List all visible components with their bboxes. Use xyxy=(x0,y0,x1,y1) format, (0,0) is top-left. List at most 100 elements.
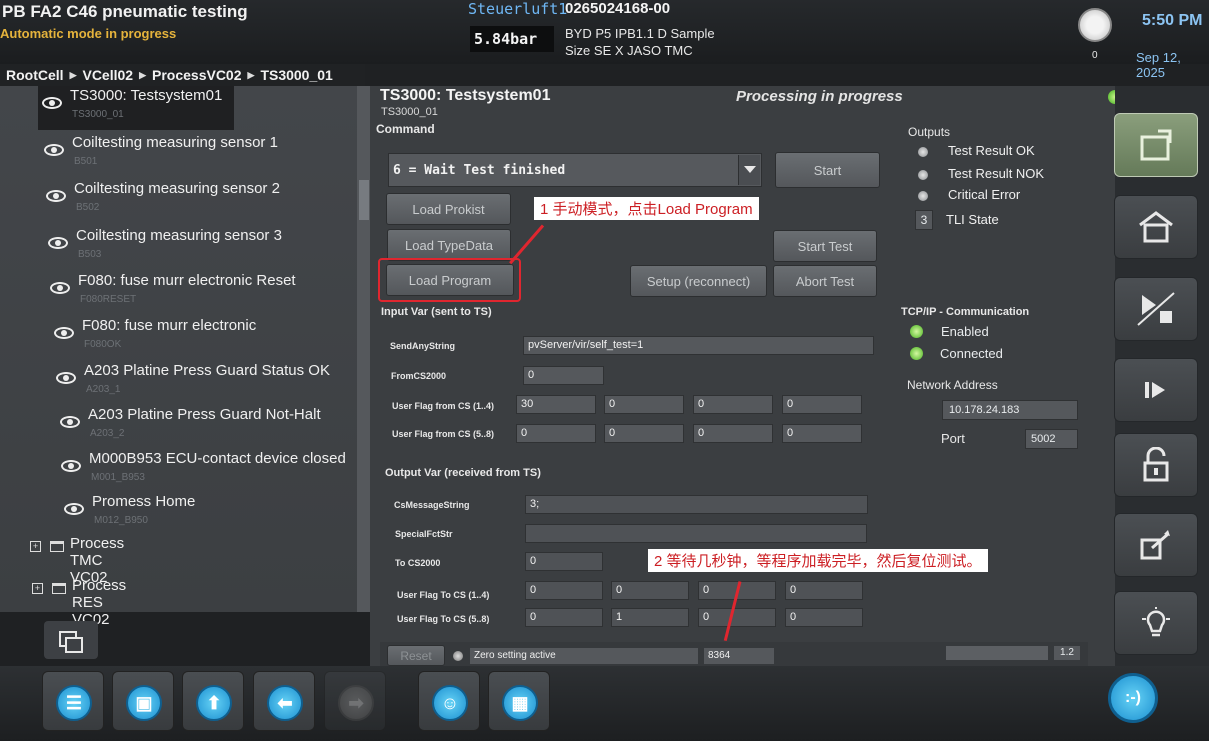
status-smiley-icon[interactable]: :-) xyxy=(1108,673,1158,723)
eye-icon[interactable] xyxy=(44,144,64,156)
user-flag-to-field: 0 xyxy=(785,581,863,600)
output-label: Test Result OK xyxy=(948,143,1035,158)
output-var-label: Output Var (received from TS) xyxy=(385,467,541,479)
annotation-callout-1: 1 手动模式，点击Load Program xyxy=(534,197,759,220)
start-button[interactable]: Start xyxy=(775,152,880,188)
breadcrumb-item[interactable]: RootCell xyxy=(6,67,64,83)
arrow-up-icon: ⬆ xyxy=(196,685,232,721)
tree-item-id: A203_1 xyxy=(86,384,121,395)
expand-icon[interactable]: + xyxy=(30,541,41,552)
reset-button[interactable]: Reset xyxy=(387,645,445,666)
tli-state-value: 3 xyxy=(915,210,933,230)
eye-icon[interactable] xyxy=(46,190,66,202)
user-flag-field[interactable]: 0 xyxy=(693,395,773,414)
eye-icon[interactable] xyxy=(42,97,62,109)
breadcrumb: RootCell ▶ VCell02 ▶ ProcessVC02 ▶ TS300… xyxy=(0,64,365,86)
send-any-string-field[interactable]: pvServer/vir/self_test=1 xyxy=(523,336,874,355)
chevron-down-icon[interactable] xyxy=(738,155,760,185)
windows-icon[interactable] xyxy=(44,621,98,659)
user-flag-field[interactable]: 0 xyxy=(782,395,862,414)
list-button[interactable]: ☰ xyxy=(42,671,104,731)
light-button[interactable] xyxy=(1114,591,1198,655)
user-flag-to-field: 0 xyxy=(525,581,603,600)
home-button[interactable] xyxy=(1114,195,1198,259)
operator-button[interactable]: ☺ xyxy=(418,671,480,731)
product-size: Size SE X JASO TMC xyxy=(565,43,693,58)
expand-icon[interactable]: + xyxy=(32,583,43,594)
user-flag-from-label: User Flag from CS (5..8) xyxy=(392,429,495,439)
tcp-enabled-label: Enabled xyxy=(941,324,989,339)
chevron-right-icon: ▶ xyxy=(69,69,77,80)
unlock-button[interactable] xyxy=(1114,433,1198,497)
clock-date: Sep 12, 2025 xyxy=(1136,50,1181,80)
setup-reconnect-button[interactable]: Setup (reconnect) xyxy=(630,265,767,297)
up-button[interactable]: ⬆ xyxy=(182,671,244,731)
list-icon: ☰ xyxy=(56,685,92,721)
user-flag-field[interactable]: 0 xyxy=(604,395,684,414)
user-flag-field[interactable]: 0 xyxy=(782,424,862,443)
load-prokist-button[interactable]: Load Prokist xyxy=(386,193,511,225)
load-program-highlight xyxy=(378,258,521,302)
version-label: 1.2 xyxy=(1054,646,1080,660)
tree-item-id: A203_2 xyxy=(90,428,125,439)
tree-item-id: F080RESET xyxy=(80,294,137,305)
manual-mode-button[interactable] xyxy=(1114,113,1198,177)
abort-test-button[interactable]: Abort Test xyxy=(773,265,877,297)
breadcrumb-item[interactable]: VCell02 xyxy=(82,67,133,83)
annotation-callout-2: 2 等待几秒钟，等程序加载完毕，然后复位测试。 xyxy=(648,549,988,572)
load-typedata-button[interactable]: Load TypeData xyxy=(387,229,511,261)
eye-icon[interactable] xyxy=(48,237,68,249)
tree-item-id: TS3000_01 xyxy=(72,109,124,120)
user-flag-field[interactable]: 30 xyxy=(516,395,596,414)
user-flag-field[interactable]: 0 xyxy=(604,424,684,443)
status-led-icon xyxy=(910,325,923,338)
from-cs2000-field[interactable]: 0 xyxy=(523,366,604,385)
network-address-field[interactable]: 10.178.24.183 xyxy=(942,400,1078,420)
breadcrumb-item[interactable]: ProcessVC02 xyxy=(152,67,242,83)
back-button[interactable]: ⬅ xyxy=(253,671,315,731)
status-led-icon xyxy=(918,147,928,157)
user-flag-field[interactable]: 0 xyxy=(516,424,596,443)
product-description: BYD P5 IPB1.1 D Sample xyxy=(565,26,715,41)
user-flag-to-field: 0 xyxy=(698,608,776,627)
clock-icon[interactable] xyxy=(1078,8,1112,42)
home-icon xyxy=(1115,196,1197,258)
command-label: Command xyxy=(376,122,435,136)
output-label: Critical Error xyxy=(948,187,1021,202)
forward-button[interactable]: ➡ xyxy=(324,671,386,731)
port-field[interactable]: 5002 xyxy=(1025,429,1078,449)
export-icon xyxy=(1115,514,1197,576)
start-test-button[interactable]: Start Test xyxy=(773,230,877,262)
tree-scrollbar-thumb[interactable] xyxy=(359,180,369,220)
progress-bar xyxy=(946,646,1048,660)
tree-item-id: F080OK xyxy=(84,339,122,350)
eye-icon[interactable] xyxy=(61,460,81,472)
eye-icon[interactable] xyxy=(56,372,76,384)
eye-icon[interactable] xyxy=(50,282,70,294)
folder-icon xyxy=(52,583,66,594)
tree-item-label: Coiltesting measuring sensor 2 xyxy=(74,180,280,197)
tree-scrollbar[interactable] xyxy=(357,86,371,612)
tree-item-label: TS3000: Testsystem01 xyxy=(70,87,223,104)
play-stop-button[interactable] xyxy=(1114,277,1198,341)
status-led-icon xyxy=(910,347,923,360)
tree-item-label: F080: fuse murr electronic Reset xyxy=(78,272,296,289)
eye-icon[interactable] xyxy=(60,416,80,428)
eye-icon[interactable] xyxy=(54,327,74,339)
step-forward-button[interactable] xyxy=(1114,358,1198,422)
pressure-readout: 5.84bar xyxy=(470,26,554,52)
eye-icon[interactable] xyxy=(64,503,84,515)
page-subtitle: TS3000_01 xyxy=(381,106,438,118)
export-button[interactable] xyxy=(1114,513,1198,577)
tree-item-label: Coiltesting measuring sensor 1 xyxy=(72,134,278,151)
command-select[interactable]: 6 = Wait Test finished xyxy=(388,153,762,187)
apps-button[interactable]: ▦ xyxy=(488,671,550,731)
tree-item-id: B503 xyxy=(78,249,102,260)
lightbulb-icon xyxy=(1115,592,1197,654)
tree-item-label: A203 Platine Press Guard Status OK xyxy=(84,362,330,379)
user-flag-field[interactable]: 0 xyxy=(693,424,773,443)
breadcrumb-item[interactable]: TS3000_01 xyxy=(260,67,332,83)
status-led-icon xyxy=(453,651,463,661)
tree-item-label: Promess Home xyxy=(92,493,196,510)
display-button[interactable]: ▣ xyxy=(112,671,174,731)
